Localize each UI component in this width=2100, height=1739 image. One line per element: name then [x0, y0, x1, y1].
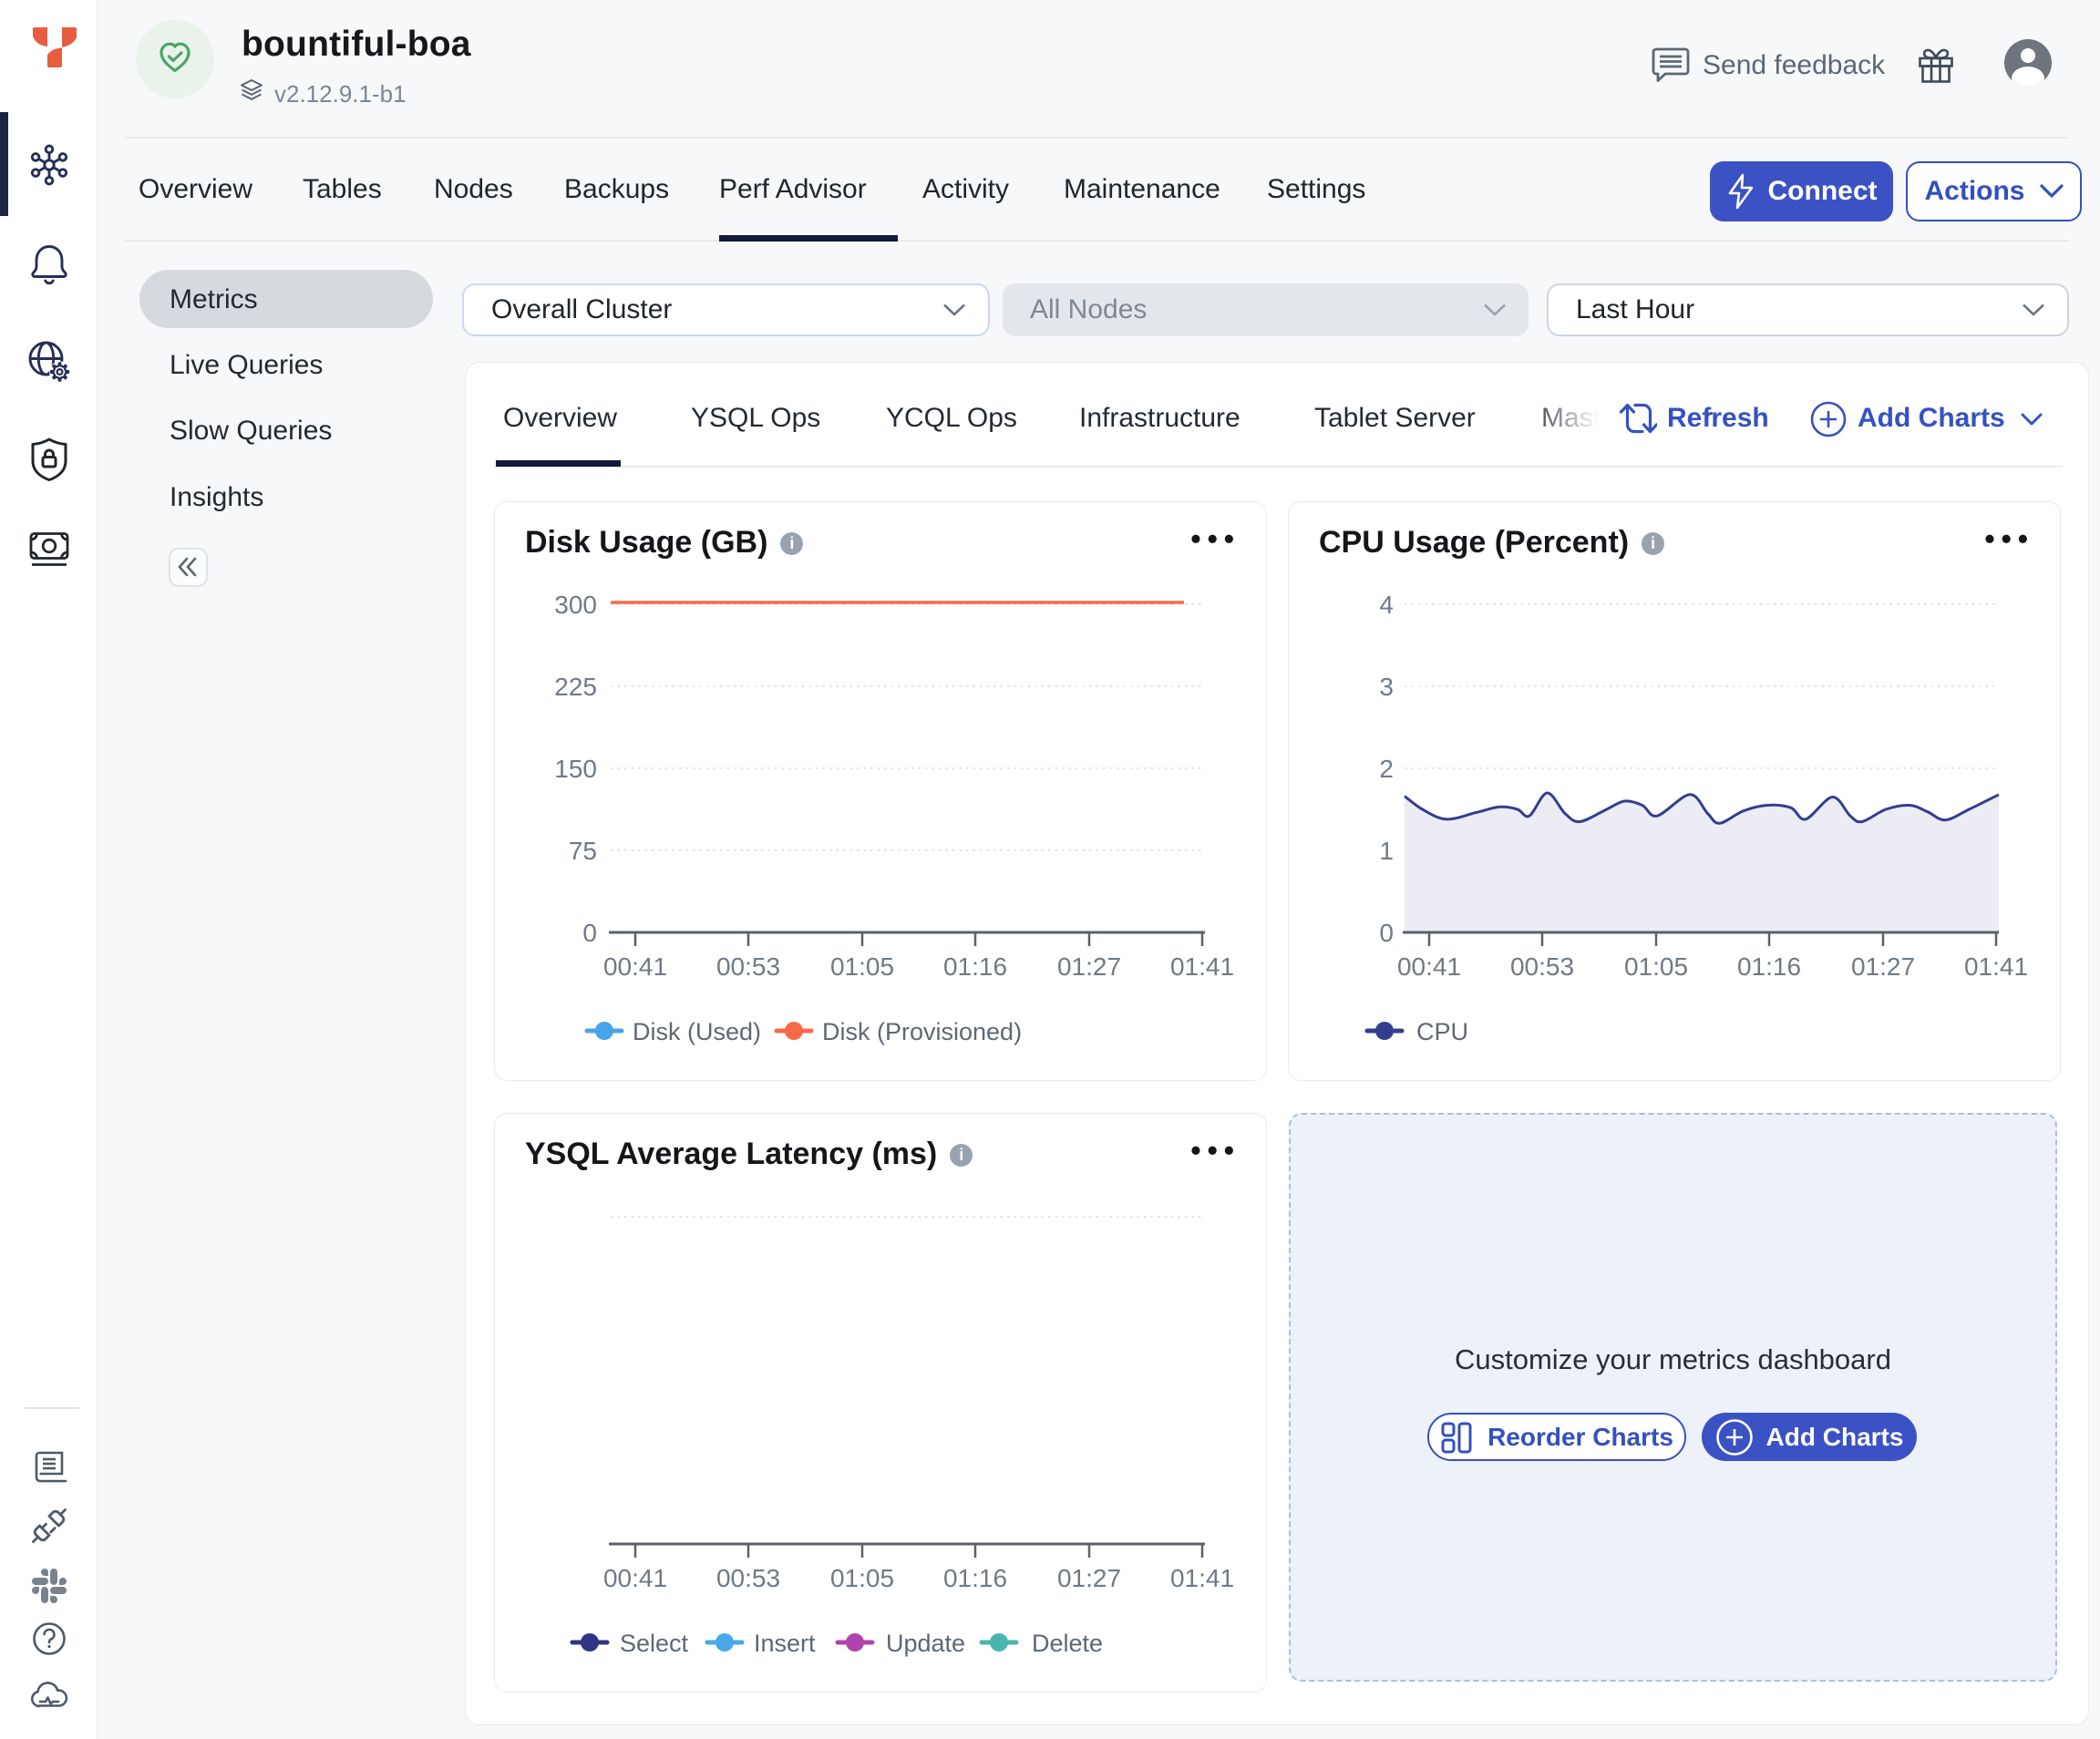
svg-text:01:41: 01:41 [1170, 952, 1234, 981]
svg-text:CPU: CPU [1416, 1018, 1468, 1045]
svg-text:0: 0 [1379, 919, 1394, 947]
svg-text:Insert: Insert [754, 1630, 816, 1657]
svg-text:00:41: 00:41 [603, 952, 667, 981]
svg-text:Delete: Delete [1032, 1630, 1103, 1657]
svg-text:0: 0 [582, 919, 597, 947]
svg-text:00:53: 00:53 [1510, 952, 1574, 981]
svg-text:1: 1 [1379, 837, 1394, 865]
svg-text:225: 225 [554, 673, 597, 701]
svg-text:Update: Update [886, 1630, 965, 1657]
svg-text:01:16: 01:16 [943, 1564, 1007, 1592]
svg-text:01:05: 01:05 [830, 1564, 894, 1592]
svg-text:75: 75 [569, 837, 597, 865]
svg-text:Disk (Used): Disk (Used) [633, 1018, 761, 1045]
svg-text:2: 2 [1379, 755, 1394, 783]
svg-text:01:41: 01:41 [1964, 952, 2028, 981]
svg-text:01:05: 01:05 [830, 952, 894, 981]
svg-text:01:27: 01:27 [1057, 952, 1121, 981]
svg-text:01:05: 01:05 [1624, 952, 1688, 981]
svg-text:3: 3 [1379, 673, 1394, 701]
svg-text:150: 150 [554, 755, 597, 783]
svg-text:01:27: 01:27 [1057, 1564, 1121, 1592]
svg-text:300: 300 [554, 591, 597, 619]
svg-text:Select: Select [620, 1630, 689, 1657]
svg-text:00:41: 00:41 [1397, 952, 1461, 981]
svg-text:00:53: 00:53 [716, 1564, 780, 1592]
svg-text:Disk (Provisioned): Disk (Provisioned) [822, 1018, 1022, 1045]
svg-text:00:53: 00:53 [716, 952, 780, 981]
svg-text:4: 4 [1379, 591, 1394, 619]
svg-text:01:27: 01:27 [1851, 952, 1915, 981]
svg-text:01:16: 01:16 [943, 952, 1007, 981]
svg-text:00:41: 00:41 [603, 1564, 667, 1592]
svg-text:01:41: 01:41 [1170, 1564, 1234, 1592]
svg-text:01:16: 01:16 [1737, 952, 1801, 981]
